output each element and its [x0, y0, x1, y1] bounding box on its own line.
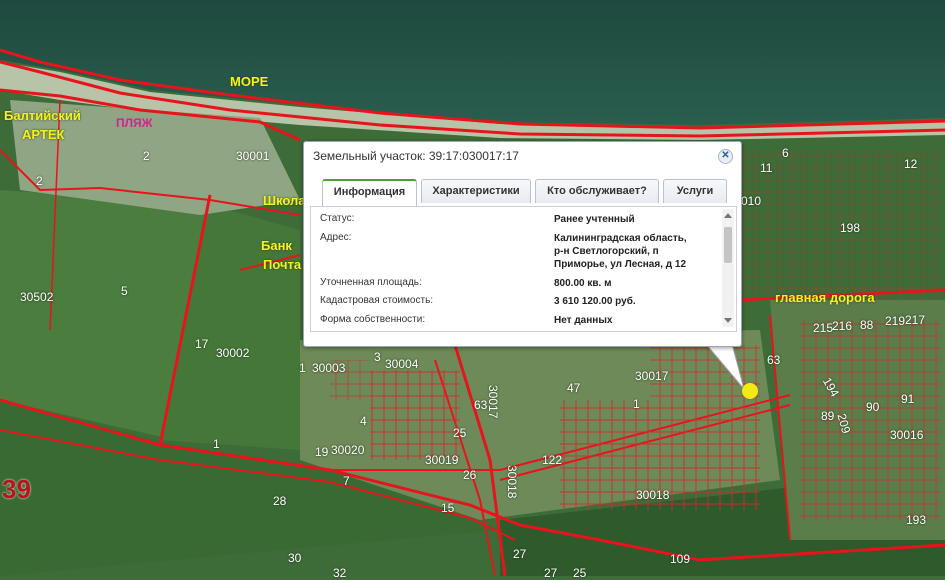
region-30020: 30020	[331, 443, 365, 457]
parcel-number: 89	[821, 409, 835, 423]
parcel-number: 15	[441, 501, 455, 515]
parcel-number: 88	[860, 318, 874, 332]
main-road-label: главная дорога	[775, 290, 875, 305]
region-30004: 30004	[385, 357, 419, 371]
ownership-label: Форма собственности:	[320, 314, 426, 325]
parcel-number: 12	[904, 157, 918, 171]
region-39: 39	[2, 474, 31, 504]
parcel-number: 2	[143, 149, 150, 163]
parcel-number: 11	[760, 161, 773, 175]
ownership-value: Нет данных	[554, 315, 613, 326]
area-value: 800.00 кв. м	[554, 278, 612, 289]
address-label: Адрес:	[320, 232, 352, 243]
parcel-number: 19	[315, 445, 329, 459]
region-30502: 30502	[20, 290, 54, 304]
parcel-number: 216	[832, 319, 853, 333]
region-30017-vertical: 30017	[486, 385, 500, 419]
cadastral-value-label: Кадастровая стоимость:	[320, 295, 434, 306]
artek-label: АРТЕК	[22, 127, 65, 142]
parcel-number: 3	[374, 350, 381, 364]
parcel-number: 5	[121, 284, 128, 298]
popup-scrollbar[interactable]	[722, 209, 734, 327]
region-010: 010	[741, 194, 762, 208]
parcel-number: 1	[299, 361, 306, 375]
parcel-number: 30	[288, 551, 302, 565]
parcel-number: 122	[542, 453, 563, 467]
scroll-down-icon[interactable]	[724, 318, 732, 323]
parcel-number: 1	[213, 437, 220, 451]
parcel-number: 27	[544, 566, 558, 580]
parcel-number: 47	[567, 381, 581, 395]
parcel-number: 193	[906, 513, 927, 527]
region-30016: 30016	[890, 428, 924, 442]
tab-information[interactable]: Информация	[322, 179, 417, 206]
region-30017-upper: 30017	[635, 369, 669, 383]
cadastral-value: 3 610 120.00 руб.	[554, 296, 636, 307]
region-30003: 30003	[312, 361, 346, 375]
region-30001: 30001	[236, 149, 270, 163]
region-30019: 30019	[425, 453, 459, 467]
parcel-number: 32	[333, 566, 347, 580]
parcel-number: 219	[885, 314, 906, 328]
tab-services[interactable]: Услуги	[663, 179, 727, 203]
parcel-number: 26	[463, 468, 477, 482]
parcel-number: 25	[573, 566, 587, 580]
bank-label: Банк	[261, 238, 292, 253]
region-30018-vertical: 30018	[505, 465, 519, 499]
parcel-number: 91	[901, 392, 915, 406]
parcel-number: 217	[905, 313, 926, 327]
baltic-label: Балтийский	[4, 108, 81, 123]
parcel-number: 28	[273, 494, 287, 508]
tab-who-serves[interactable]: Кто обслуживает?	[535, 179, 659, 203]
address-value-line-2: р-н Светлогорский, п	[554, 246, 659, 257]
address-value-line-3: Приморье, ул Лесная, д 12	[554, 259, 687, 270]
address-value-line-1: Калининградская область,	[554, 233, 687, 244]
parcel-number: 4	[360, 414, 367, 428]
parcel-number: 6	[782, 146, 789, 160]
popup-pointer	[706, 344, 745, 390]
popup-title: Земельный участок: 39:17:030017:17	[313, 149, 519, 163]
status-label: Статус:	[320, 213, 355, 224]
region-30002: 30002	[216, 346, 250, 360]
parcel-number: 17	[195, 337, 209, 351]
parcel-number: 25	[453, 426, 467, 440]
area-label: Уточненная площадь:	[320, 277, 422, 288]
sea-label: МОРЕ	[230, 74, 269, 89]
post-label: Почта	[263, 257, 302, 272]
school-label: Школа	[263, 193, 306, 208]
beach-label: ПЛЯЖ	[116, 116, 153, 130]
parcel-number: 27	[513, 547, 527, 561]
parcel-info-popup: Земельный участок: 39:17:030017:17 ✕ Инф…	[303, 141, 742, 347]
parcel-number: 198	[840, 221, 861, 235]
parcel-number: 63	[767, 353, 781, 367]
scroll-up-icon[interactable]	[724, 213, 732, 218]
parcel-number: 63	[474, 398, 488, 412]
tab-characteristics[interactable]: Характеристики	[421, 179, 531, 203]
status-value: Ранее учтенный	[554, 214, 635, 225]
scrollbar-thumb[interactable]	[724, 227, 732, 263]
parcel-number: 215	[813, 321, 834, 335]
parcel-number: 1	[633, 397, 640, 411]
region-30018: 30018	[636, 488, 670, 502]
parcel-number: 2	[36, 174, 43, 188]
popup-content[interactable]: Статус: Ранее учтенный Адрес: Калинингра…	[310, 206, 737, 332]
parcel-number: 109	[670, 552, 691, 566]
close-icon[interactable]: ✕	[718, 149, 733, 164]
parcel-number: 7	[343, 474, 350, 488]
parcel-number: 90	[866, 400, 880, 414]
selected-parcel-marker[interactable]	[742, 383, 758, 399]
